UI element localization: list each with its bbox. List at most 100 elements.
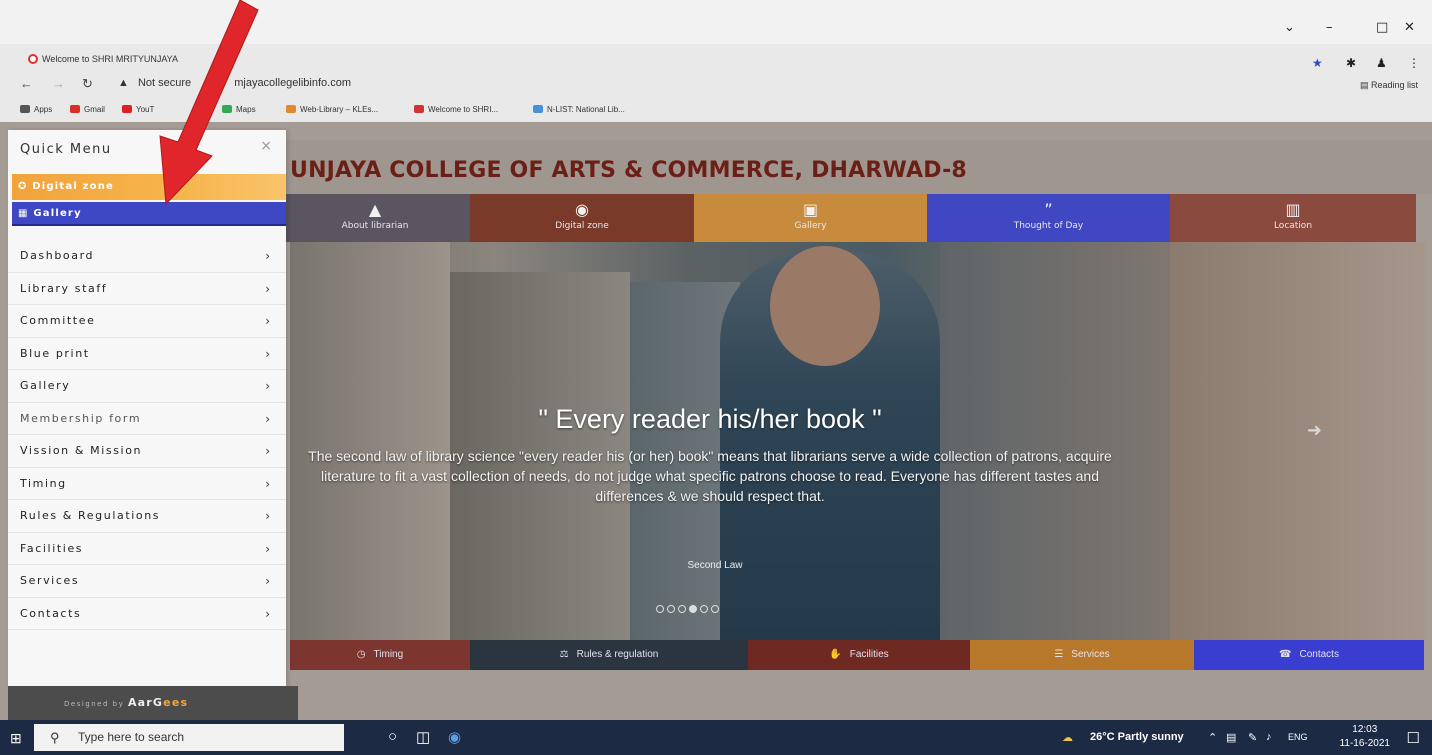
bookmark-favicon-icon	[286, 105, 296, 113]
back-icon[interactable]: ←	[20, 76, 33, 91]
globe-icon: ◉	[575, 200, 589, 219]
bottom-nav-tile[interactable]: ⚖ Rules & regulation	[470, 640, 748, 670]
slider-dot[interactable]	[700, 605, 708, 613]
bookmark-item[interactable]: N-LIST: National Lib...	[533, 105, 625, 114]
quick-menu-item[interactable]: Blue print ›	[8, 338, 286, 370]
reload-icon[interactable]: ↻	[82, 76, 93, 92]
quick-menu-item[interactable]: Committee ›	[8, 305, 286, 338]
hero-caption: Second Law	[687, 560, 743, 571]
bookmark-item[interactable]: Apps	[20, 105, 52, 114]
quick-menu-item-label: Services	[20, 574, 80, 587]
top-nav-label: Thought of Day	[1013, 221, 1084, 231]
quick-menu-item[interactable]: Dashboard ›	[8, 240, 286, 273]
thumb-icon: ✋	[829, 649, 842, 660]
brand-part-b: ees	[163, 696, 189, 709]
bottom-nav-tile[interactable]: ☰ Services	[970, 640, 1194, 670]
student-head	[770, 246, 880, 366]
warning-icon: ▲	[118, 77, 129, 89]
bottom-nav-tile[interactable]: ☎ Contacts	[1194, 640, 1424, 670]
quick-menu-item-label: Blue print	[20, 346, 90, 360]
bookmark-favicon-icon	[70, 105, 80, 113]
bottom-nav-tile[interactable]: ◷ Timing	[290, 640, 470, 670]
slider-dot[interactable]	[711, 605, 719, 613]
task-view-icon[interactable]: ◫	[416, 728, 430, 746]
pen-icon[interactable]: ✎	[1248, 731, 1257, 744]
quick-menu-item-label: Timing	[20, 476, 67, 490]
taskbar-search[interactable]: ⚲ Type here to search	[34, 724, 344, 751]
reading-list-icon: ▤	[1359, 80, 1369, 90]
profile-icon[interactable]: ♟	[1376, 56, 1387, 70]
site-title: UNJAYA COLLEGE OF ARTS & COMMERCE, DHARW…	[290, 158, 967, 183]
bookmark-favicon-icon	[20, 105, 30, 113]
quick-menu-item[interactable]: Services ›	[8, 565, 286, 598]
extensions-icon[interactable]: ✱	[1346, 56, 1356, 70]
top-nav-tile[interactable]: ◉ Digital zone	[470, 194, 694, 242]
forward-icon[interactable]: →	[52, 76, 65, 91]
balance-icon: ⚖	[559, 649, 569, 660]
top-nav-tile[interactable]: ▲ About librarian	[280, 194, 470, 242]
slider-dot[interactable]	[689, 605, 697, 613]
top-nav-label: About librarian	[341, 221, 409, 231]
chevron-right-icon: ›	[265, 346, 270, 361]
chevron-right-icon: ›	[265, 541, 270, 556]
quick-menu-item[interactable]: Facilities ›	[8, 533, 286, 565]
bottom-nav-label: Rules & regulation	[576, 649, 659, 660]
bookmark-item[interactable]: Web-Library – KLEs...	[286, 105, 378, 114]
quick-menu-item[interactable]: Timing ›	[8, 468, 286, 500]
bookmark-item[interactable]: Gmail	[70, 105, 105, 114]
quick-menu-item-label: Facilities	[20, 541, 84, 555]
bookmark-item[interactable]: Welcome to SHRI...	[414, 105, 498, 114]
bookmark-star-icon[interactable]: ★	[1312, 56, 1323, 70]
quick-menu-item[interactable]: Rules & Regulations ›	[8, 500, 286, 533]
notification-icon[interactable]: ☐	[1407, 729, 1420, 747]
quick-menu-item[interactable]: Gallery ›	[8, 370, 286, 403]
windows-start-icon[interactable]: ⊞	[10, 730, 22, 747]
bottom-nav-tile[interactable]: ✋ Facilities	[748, 640, 970, 670]
hero-slider: " Every reader his/her book " The second…	[290, 242, 1426, 640]
top-nav-tile[interactable]: ” Thought of Day	[927, 194, 1170, 242]
minimize-icon[interactable]: –	[1326, 20, 1333, 35]
quick-menu-item[interactable]: Vission & Mission ›	[8, 435, 286, 468]
quick-menu-item[interactable]: Membership form ›	[8, 403, 286, 435]
slider-dots	[656, 598, 722, 617]
browser-menu-icon[interactable]: ⋮	[1408, 56, 1420, 70]
bottom-nav-label: Timing	[373, 649, 404, 660]
bookmark-favicon-icon	[533, 105, 543, 113]
slider-dot[interactable]	[656, 605, 664, 613]
image-icon: ▦	[18, 208, 29, 219]
globe-icon: ✪	[18, 181, 28, 192]
next-slide-icon[interactable]: ➜	[1307, 420, 1322, 441]
designer-credit: Designed by AarGees	[8, 686, 298, 720]
reading-list-button[interactable]: ▤ Reading list	[1360, 80, 1418, 91]
bookmark-label: N-LIST: National Lib...	[547, 105, 625, 114]
bottom-nav-label: Services	[1071, 649, 1110, 660]
chrome-taskbar-icon[interactable]: ◉	[448, 728, 461, 746]
close-window-icon[interactable]: ✕	[1404, 20, 1415, 35]
maximize-icon[interactable]: □	[1376, 20, 1388, 35]
weather-text[interactable]: 26°C Partly sunny	[1090, 731, 1184, 743]
list-icon: ☰	[1054, 649, 1064, 660]
top-nav-tile[interactable]: ▣ Gallery	[694, 194, 927, 242]
top-nav-tile[interactable]: ▥ Location	[1170, 194, 1416, 242]
quick-menu-item-label: Vission & Mission	[20, 444, 143, 457]
tab-search-icon[interactable]: ⌄	[1284, 20, 1295, 35]
clock-date: 11-16-2021	[1339, 738, 1390, 749]
red-arrow-annotation	[159, 0, 259, 206]
site-favicon-icon	[28, 54, 38, 64]
quick-menu-item-label: Contacts	[20, 606, 82, 620]
top-nav-label: Location	[1273, 221, 1313, 231]
quick-menu-item[interactable]: Library staff ›	[8, 273, 286, 305]
network-icon[interactable]: ▤	[1226, 731, 1236, 744]
tray-chevron-icon[interactable]: ⌃	[1208, 731, 1217, 744]
left-bookshelf	[290, 242, 450, 640]
quick-menu-item[interactable]: Contacts ›	[8, 598, 286, 630]
volume-icon[interactable]: ♪	[1266, 731, 1272, 743]
cortana-icon[interactable]: ○	[388, 728, 397, 745]
brand-part-a: AarG	[127, 696, 164, 709]
slider-dot[interactable]	[678, 605, 686, 613]
clock[interactable]: 12:03 11-16-2021	[1340, 723, 1390, 751]
chevron-right-icon: ›	[265, 249, 270, 263]
language-indicator[interactable]: ENG	[1288, 732, 1308, 742]
menu-digital-zone-label: Digital zone	[32, 181, 115, 192]
slider-dot[interactable]	[667, 605, 675, 613]
